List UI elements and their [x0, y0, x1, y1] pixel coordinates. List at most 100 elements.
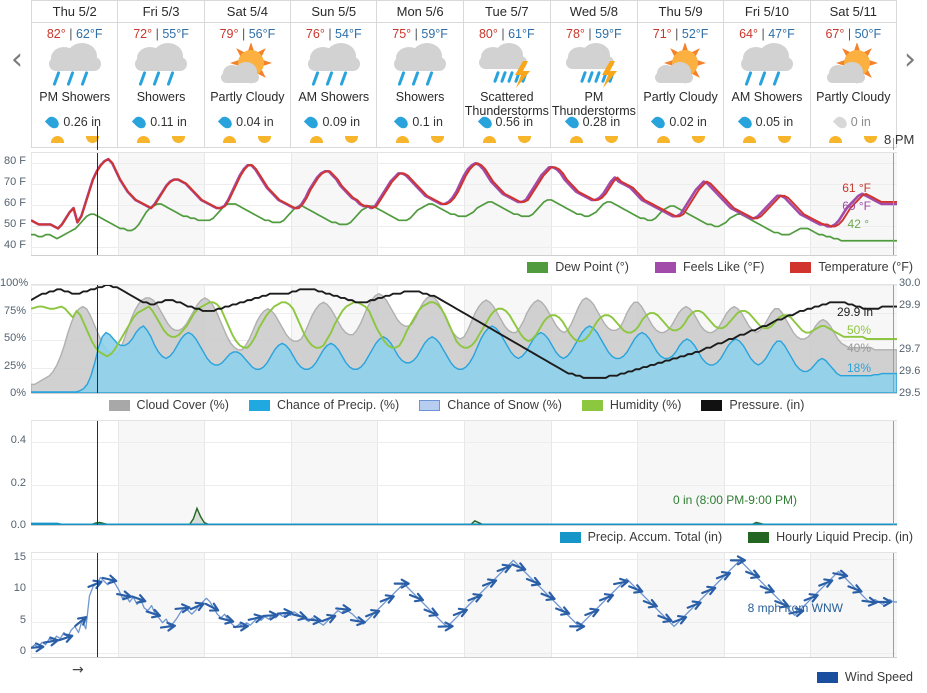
selected-time-tick — [97, 126, 98, 150]
previous-days-arrow-icon[interactable]: ‹ — [2, 40, 32, 80]
day-column[interactable]: Thu 5/9 71° | 52°F Partly Cloudy 0.02 in — [637, 1, 725, 147]
day-precip-row: 0.28 in — [551, 113, 637, 131]
legend-color-swatch — [701, 399, 723, 411]
wind-direction-barb-icon — [875, 596, 893, 607]
y-axis-tick-left: 75% — [3, 304, 26, 317]
day-precip-row: 0.09 in — [291, 113, 376, 131]
day-summary-strip: Thu 5/2 82° | 62°F PM Showers 0.26 in Fr… — [31, 0, 897, 148]
series-layer — [31, 285, 897, 393]
day-condition-text: Partly Cloudy — [643, 90, 718, 104]
day-temperature-range: 72° | 55°F — [133, 27, 189, 41]
y-axis-tick-left: 0.4 — [10, 434, 26, 447]
day-column[interactable]: Thu 5/2 82° | 62°F PM Showers 0.26 in — [32, 1, 119, 147]
legend-item[interactable]: Hourly Liquid Precip. (in) — [748, 530, 913, 544]
hover-time-cursor[interactable] — [893, 153, 894, 255]
temp-separator: | — [675, 27, 679, 41]
hover-time-cursor[interactable] — [893, 553, 894, 657]
precipitation-legend: Precip. Accum. Total (in) Hourly Liquid P… — [0, 526, 927, 548]
thunderstorm-cloud-icon — [471, 43, 543, 89]
legend-label: Pressure. (in) — [729, 398, 805, 412]
wind-direction-barb-icon — [174, 603, 191, 614]
day-column[interactable]: Fri 5/10 64° | 47°F AM Showers 0.05 in — [724, 1, 811, 147]
day-low-temp: 54°F — [335, 27, 362, 41]
wind-direction-barb-icon — [262, 610, 279, 621]
day-column[interactable]: Tue 5/7 80° | 61°F Scattered Thunderstor… — [463, 1, 551, 147]
day-high-temp: 64° — [739, 27, 759, 41]
day-condition-text: Scattered Thunderstorms — [464, 90, 549, 118]
wind-direction-barb-icon — [276, 608, 293, 619]
precip-accum-line — [31, 524, 897, 525]
day-column[interactable]: Mon 5/6 75° | 59°F Showers 0.1 in — [377, 1, 464, 147]
series-layer — [31, 153, 897, 255]
conditions-chart-panel: 29.9 in 50% 40% 18% Cloud Cover (%) Chance o… — [0, 284, 927, 418]
selected-time-cursor[interactable] — [97, 421, 98, 525]
day-low-temp: 47°F — [768, 27, 795, 41]
selected-time-cursor[interactable] — [97, 285, 98, 393]
sunset-icon — [777, 136, 791, 143]
hover-time-cursor[interactable] — [893, 285, 894, 393]
water-drop-icon — [832, 113, 849, 131]
sunrise-icon — [50, 136, 64, 143]
legend-item[interactable]: Feels Like (°F) — [654, 260, 764, 274]
day-low-temp: 56°F — [248, 27, 276, 41]
day-column[interactable]: Fri 5/3 72° | 55°F Showers 0.11 in — [118, 1, 205, 147]
temperature-plot[interactable]: 61 °F 60 °F 42 ° — [31, 152, 897, 256]
rain-cloud-icon — [39, 43, 111, 89]
y-axis-tick-right: 29.7 — [899, 343, 921, 355]
legend-color-swatch — [654, 261, 676, 273]
y-axis-tick-left: 0.0 — [10, 519, 26, 531]
sunrise-sunset-row — [118, 133, 203, 145]
y-axis-tick-left: 5 — [19, 613, 26, 626]
water-drop-icon — [304, 113, 321, 131]
legend-item[interactable]: Chance of Snow (%) — [419, 398, 562, 412]
legend-item[interactable]: Dew Point (°) — [527, 260, 629, 274]
temp-separator: | — [155, 27, 159, 41]
day-name: Sat 5/4 — [204, 1, 291, 23]
hover-time-cursor[interactable] — [893, 421, 894, 525]
sunrise-icon — [656, 136, 670, 143]
water-drop-icon — [564, 113, 581, 131]
selected-time-cursor[interactable] — [97, 153, 98, 255]
y-axis-tick-left: 70 F — [3, 176, 26, 189]
day-low-temp: 61°F — [508, 27, 535, 41]
day-name: Fri 5/10 — [724, 1, 810, 23]
day-temperature-range: 82° | 62°F — [47, 27, 103, 41]
day-precip-amount: 0.28 in — [582, 115, 621, 129]
day-column[interactable]: Sat 5/4 79° | 56°F Partly Cloudy 0.04 in — [204, 1, 292, 147]
precipitation-plot[interactable]: 0 in (8:00 PM-9:00 PM) — [31, 420, 897, 526]
selected-time-cursor[interactable] — [97, 553, 98, 657]
legend-item[interactable]: Chance of Precip. (%) — [248, 398, 399, 412]
day-name: Sun 5/5 — [291, 1, 377, 23]
wind-direction-barb-icon — [87, 579, 103, 590]
day-precip-row: 0 in — [811, 113, 896, 131]
day-precip-row: 0.05 in — [724, 113, 809, 131]
day-temperature-range: 71° | 52°F — [653, 27, 709, 41]
temp-separator: | — [501, 27, 505, 41]
legend-item[interactable]: Cloud Cover (%) — [108, 398, 229, 412]
day-temperature-range: 67° | 50°F — [825, 27, 881, 41]
y-axis-tick-left: 0 — [19, 644, 26, 657]
legend-item[interactable]: Temperature (°F) — [790, 260, 913, 274]
wind-plot[interactable]: 8 mph from WNW — [31, 552, 897, 658]
legend-item[interactable]: Wind Speed — [816, 670, 913, 684]
day-low-temp: 50°F — [854, 27, 882, 41]
day-high-temp: 71° — [652, 27, 672, 41]
day-precip-amount: 0.09 in — [322, 115, 361, 129]
day-high-temp: 79° — [219, 27, 239, 41]
day-high-temp: 76° — [305, 27, 325, 41]
day-column[interactable]: Sat 5/11 67° | 50°F Partly Cloudy 0 in — [810, 1, 897, 147]
day-column[interactable]: Sun 5/5 76° | 54°F AM Showers 0.09 in — [291, 1, 378, 147]
day-precip-amount: 0.1 in — [412, 115, 443, 129]
day-column[interactable]: Wed 5/8 78° | 59°F PM Thunderstorms 0.28… — [550, 1, 638, 147]
legend-item[interactable]: Pressure. (in) — [701, 398, 804, 412]
legend-label: Wind Speed — [844, 670, 913, 684]
sunset-icon — [171, 136, 185, 143]
legend-item[interactable]: Precip. Accum. Total (in) — [559, 530, 722, 544]
water-drop-icon — [651, 113, 668, 131]
conditions-plot[interactable]: 29.9 in 50% 40% 18% — [31, 284, 897, 394]
sunrise-sunset-row — [291, 133, 376, 145]
legend-item[interactable]: Humidity (%) — [581, 398, 681, 412]
temp-separator: | — [588, 27, 592, 41]
next-days-arrow-icon[interactable]: › — [895, 40, 925, 80]
day-condition-text: PM Showers — [39, 90, 111, 104]
